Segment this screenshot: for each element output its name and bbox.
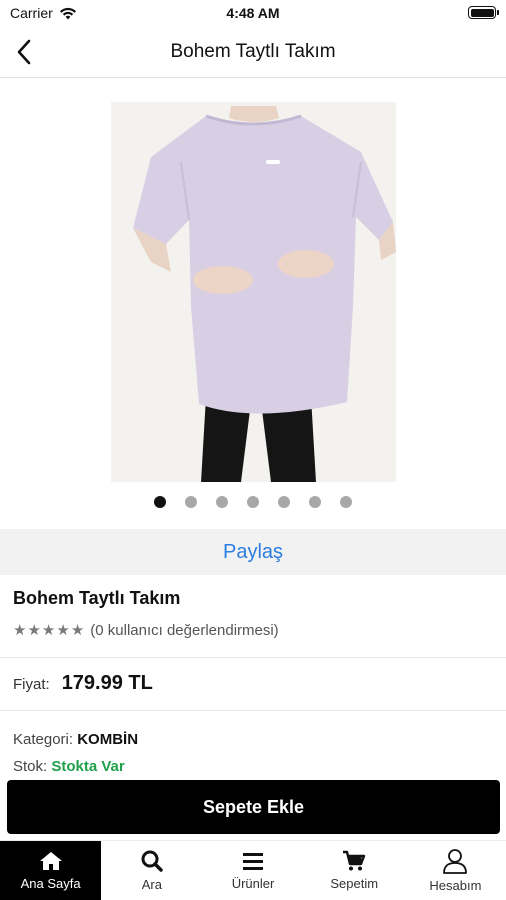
gallery-dot[interactable]	[309, 496, 321, 508]
category-row: Kategori: KOMBİN	[13, 731, 138, 748]
tab-cart[interactable]: Sepetim	[304, 841, 405, 900]
tab-label: Hesabım	[429, 878, 482, 893]
chevron-left-icon	[17, 39, 31, 65]
user-icon	[443, 849, 468, 874]
star-icon: ★	[41, 622, 56, 639]
product-image[interactable]	[111, 102, 396, 482]
gallery-dot[interactable]	[185, 496, 197, 508]
gallery-dot[interactable]	[216, 496, 228, 508]
home-icon	[39, 852, 62, 870]
rating-count-text: (0 kullanıcı değerlendirmesi)	[90, 622, 279, 639]
category-value: KOMBİN	[77, 731, 139, 748]
divider	[0, 657, 506, 658]
tab-label: Ürünler	[231, 876, 275, 891]
back-button[interactable]	[8, 36, 40, 68]
status-bar: Carrier 4:48 AM	[0, 0, 506, 26]
battery-icon	[468, 6, 499, 19]
stock-label: Stok:	[13, 758, 48, 775]
star-icon: ★	[56, 622, 70, 639]
share-bar: Paylaş	[0, 529, 506, 575]
gallery-pagination	[0, 496, 506, 508]
page-title: Bohem Taytlı Takım	[170, 41, 336, 62]
product-name: Bohem Taytlı Takım	[13, 588, 181, 608]
stock-row: Stok: Stokta Var	[13, 758, 125, 775]
price-row: Fiyat: 179.99 TL	[13, 672, 153, 695]
rating-stars: ★ ★ ★ ★ ★	[13, 623, 84, 638]
menu-icon	[243, 853, 263, 870]
star-icon: ★	[70, 622, 85, 639]
tab-account[interactable]: Hesabım	[405, 841, 506, 900]
product-gallery[interactable]	[0, 78, 506, 528]
search-icon	[141, 850, 163, 872]
category-label: Kategori:	[13, 731, 74, 748]
add-to-cart-button[interactable]: Sepete Ekle	[7, 780, 500, 834]
gallery-dot[interactable]	[340, 496, 352, 508]
gallery-dot[interactable]	[278, 496, 290, 508]
tab-label: Ana Sayfa	[20, 876, 81, 891]
star-icon: ★	[13, 622, 27, 639]
navigation-bar: Bohem Taytlı Takım	[0, 26, 506, 78]
share-button[interactable]: Paylaş	[223, 541, 283, 564]
tab-label: Sepetim	[330, 876, 379, 891]
tab-label: Ara	[141, 877, 162, 892]
tab-products[interactable]: Ürünler	[202, 841, 303, 900]
product-photo-illustration	[111, 102, 396, 482]
tab-home[interactable]: Ana Sayfa	[0, 841, 102, 900]
tab-search[interactable]: Ara	[101, 841, 202, 900]
price-value: 179.99 TL	[61, 672, 153, 694]
price-label: Fiyat:	[13, 676, 50, 693]
cart-icon	[343, 850, 366, 871]
gallery-dot[interactable]	[154, 496, 166, 508]
gallery-dot[interactable]	[247, 496, 259, 508]
star-icon: ★	[27, 622, 41, 639]
status-time: 4:48 AM	[226, 5, 280, 21]
stock-status: Stokta Var	[51, 758, 125, 775]
rating-row: ★ ★ ★ ★ ★ (0 kullanıcı değerlendirmesi)	[13, 622, 279, 639]
tab-bar: Ana Sayfa Ara Ürünler Sepetim Hesabım	[0, 840, 506, 900]
divider	[0, 710, 506, 711]
